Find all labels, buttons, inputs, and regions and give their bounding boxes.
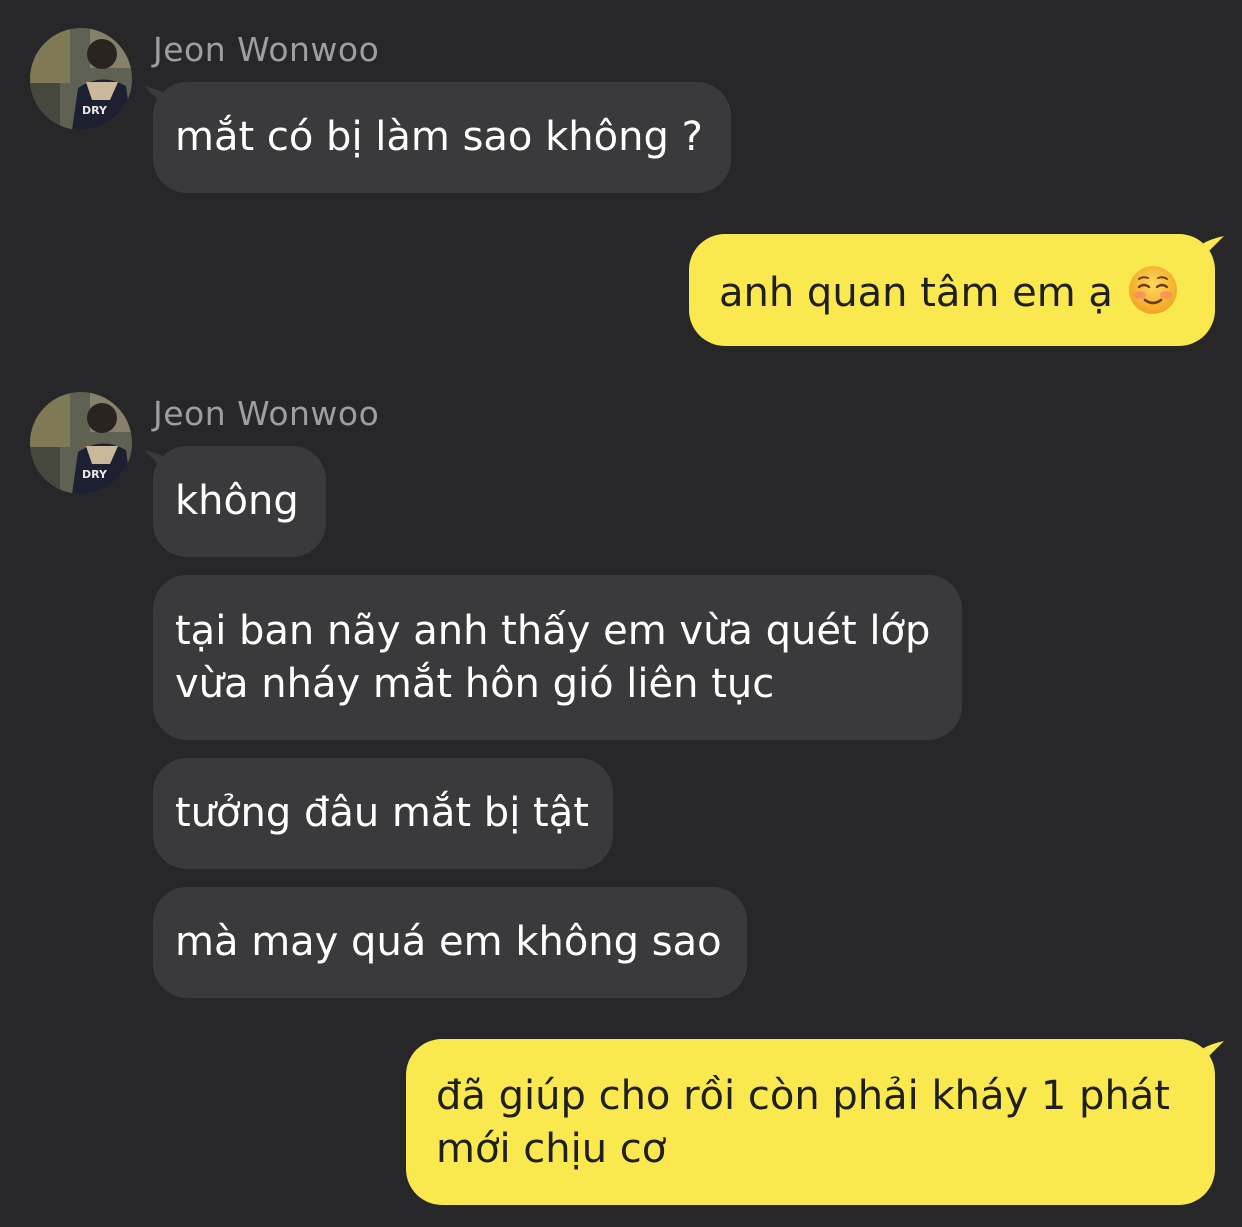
- smiling-face-with-blush-emoji: [1128, 266, 1177, 314]
- sender-name: Jeon Wonwoo: [153, 30, 380, 69]
- message-text: anh quan tâm em ạ: [719, 270, 1113, 316]
- message-bubble-incoming[interactable]: không: [153, 446, 326, 557]
- message-bubble-outgoing[interactable]: đã giúp cho rồi còn phải kháy 1 phát mới…: [406, 1039, 1215, 1205]
- sender-avatar[interactable]: DRY: [30, 392, 132, 494]
- message-bubble-incoming[interactable]: tại ban nãy anh thấy em vừa quét lớp vừa…: [153, 575, 962, 740]
- message-text-line: tại ban nãy anh thấy em vừa quét lớp: [175, 608, 931, 654]
- message-text-line: mới chịu cơ: [436, 1126, 667, 1172]
- message-text: mà may quá em không sao: [175, 919, 722, 965]
- message-text-line: vừa nháy mắt hôn gió liên tục: [175, 661, 775, 707]
- message-text: tưởng đâu mắt bị tật: [175, 790, 589, 836]
- sender-avatar[interactable]: DRY: [30, 28, 132, 130]
- message-text-line: đã giúp cho rồi còn phải kháy 1 phát: [436, 1073, 1170, 1119]
- message-bubble-incoming[interactable]: mà may quá em không sao: [153, 887, 747, 998]
- bubble-tail: [1202, 236, 1224, 258]
- message-bubble-incoming[interactable]: mắt có bị làm sao không ?: [153, 82, 731, 193]
- svg-text:DRY: DRY: [82, 104, 108, 117]
- sender-name: Jeon Wonwoo: [153, 394, 380, 433]
- svg-text:DRY: DRY: [82, 468, 108, 481]
- message-bubble-outgoing[interactable]: anh quan tâm em ạ: [689, 234, 1215, 346]
- message-text: không: [175, 478, 299, 524]
- bubble-tail: [1202, 1041, 1224, 1063]
- message-text: mắt có bị làm sao không ?: [175, 114, 703, 160]
- message-bubble-incoming[interactable]: tưởng đâu mắt bị tật: [153, 758, 613, 869]
